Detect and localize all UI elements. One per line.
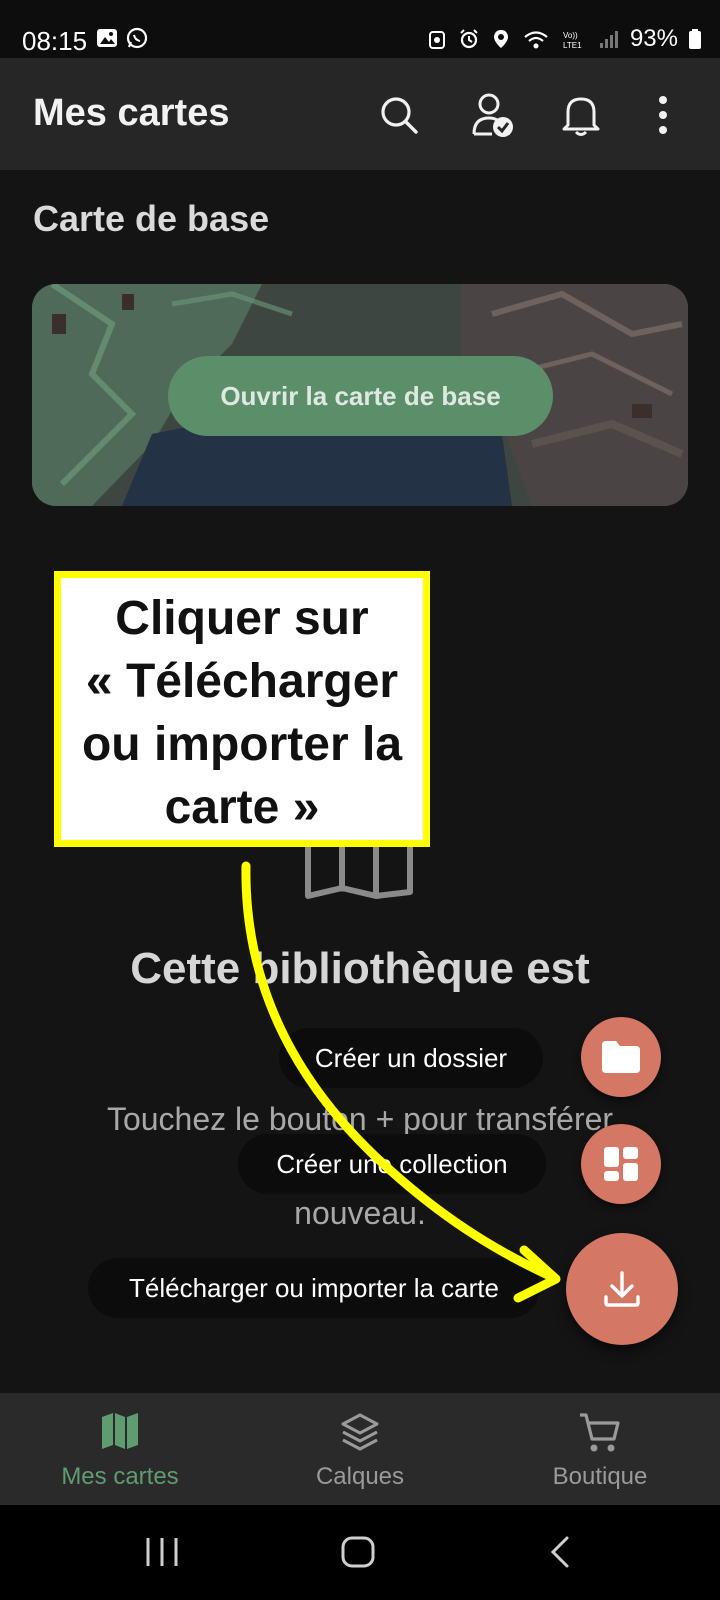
system-navigation-bar xyxy=(0,1505,720,1600)
battery-percent: 93% xyxy=(629,25,678,52)
nav-label-layers: Calques xyxy=(315,1463,405,1490)
map-icon xyxy=(102,1413,138,1449)
gallery-icon xyxy=(97,29,117,47)
empty-state-title: Cette bibliothèque est xyxy=(130,944,590,993)
svg-text:Vo)): Vo)) xyxy=(563,31,578,40)
app-bar: Mes cartes xyxy=(0,58,720,170)
download-import-label[interactable]: Télécharger ou importer la carte xyxy=(88,1258,540,1318)
status-bar: 08:15 Vo)) LTE1 93% xyxy=(0,0,720,58)
folder-icon xyxy=(602,1041,640,1073)
layers-icon xyxy=(341,1413,379,1451)
section-title-base-map: Carte de base xyxy=(33,198,270,239)
nav-item-layers[interactable]: Calques xyxy=(240,1393,480,1505)
notifications-button[interactable] xyxy=(556,90,606,140)
callout-line-3: ou importer la xyxy=(81,718,403,771)
wifi-icon xyxy=(524,31,548,49)
more-vert-icon xyxy=(659,96,667,134)
search-button[interactable] xyxy=(374,90,424,140)
cart-icon xyxy=(580,1413,620,1452)
open-base-map-button[interactable]: Ouvrir la carte de base xyxy=(168,356,553,436)
collection-grid-icon xyxy=(604,1147,638,1181)
recycle-icon xyxy=(428,31,445,49)
whatsapp-icon xyxy=(126,27,148,49)
callout-line-2: « Télécharger xyxy=(85,655,399,708)
download-import-button[interactable] xyxy=(566,1233,678,1345)
back-icon[interactable] xyxy=(548,1535,572,1569)
account-verified-icon xyxy=(472,93,513,137)
home-icon[interactable] xyxy=(340,1535,376,1569)
alarm-icon xyxy=(460,29,478,49)
account-button[interactable] xyxy=(468,90,518,140)
instruction-callout: Cliquer sur « Télécharger ou importer la… xyxy=(54,571,430,847)
recent-apps-icon[interactable] xyxy=(144,1535,180,1569)
volte-lte-icon: Vo))LTE1 xyxy=(563,31,582,50)
nav-item-my-maps[interactable]: Mes cartes xyxy=(0,1393,240,1505)
create-collection-label[interactable]: Créer une collection xyxy=(238,1134,546,1194)
nav-item-shop[interactable]: Boutique xyxy=(480,1393,720,1505)
create-folder-button[interactable] xyxy=(581,1017,661,1097)
create-folder-label[interactable]: Créer un dossier xyxy=(279,1028,543,1088)
search-icon xyxy=(381,97,418,134)
battery-icon xyxy=(689,29,701,49)
nav-label-shop: Boutique xyxy=(552,1463,648,1490)
svg-text:LTE1: LTE1 xyxy=(563,41,582,50)
download-icon xyxy=(604,1271,640,1307)
callout-line-4: carte » xyxy=(164,781,320,834)
callout-line-1: Cliquer sur xyxy=(115,592,369,645)
create-collection-button[interactable] xyxy=(581,1124,661,1204)
bell-icon xyxy=(562,97,600,136)
location-icon xyxy=(493,30,508,48)
more-button[interactable] xyxy=(638,90,688,140)
status-time: 08:15 xyxy=(22,26,88,56)
signal-icon xyxy=(599,31,618,48)
page-title: Mes cartes xyxy=(33,92,230,134)
bottom-navigation: Mes cartes Calques Boutique xyxy=(0,1393,720,1505)
nav-label-my-maps: Mes cartes xyxy=(61,1463,179,1490)
